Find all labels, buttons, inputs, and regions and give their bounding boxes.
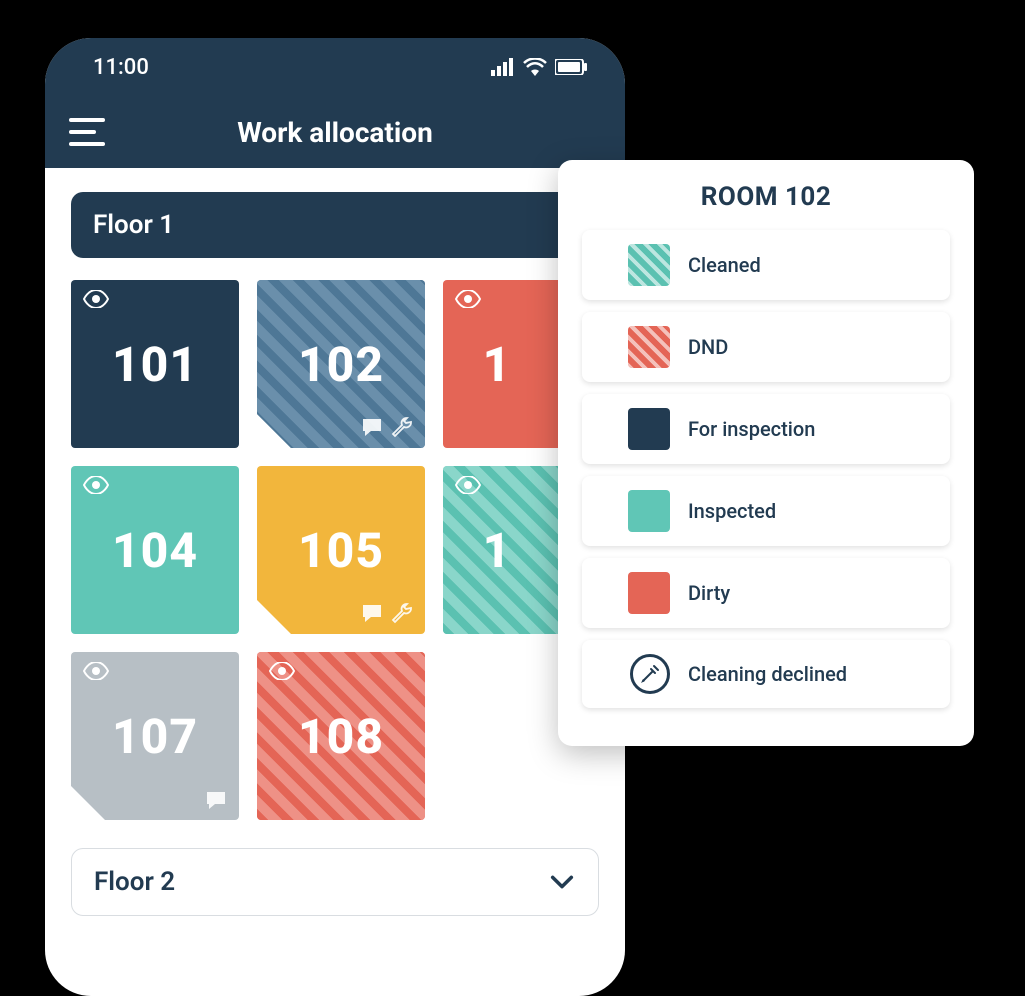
room-number: 105	[298, 522, 384, 579]
status-option-dnd[interactable]: DND	[582, 312, 950, 382]
status-label: For inspection	[688, 417, 815, 441]
battery-icon	[555, 59, 587, 75]
room-tile-105[interactable]: 105	[257, 466, 425, 634]
app-bar: Work allocation	[45, 96, 625, 168]
status-option-for-inspection[interactable]: For inspection	[582, 394, 950, 464]
for-inspection-swatch-icon	[628, 408, 670, 450]
floor-header-1[interactable]: Floor 1	[71, 192, 599, 258]
eye-icon	[269, 662, 295, 680]
room-number: 107	[112, 708, 198, 765]
dnd-swatch-icon	[628, 326, 670, 368]
cell-signal-icon	[491, 58, 515, 76]
room-number: 1	[483, 336, 512, 393]
room-grid: 101 102 1 104 105	[71, 280, 599, 820]
status-label: Cleaning declined	[688, 662, 847, 686]
room-number: 1	[483, 522, 512, 579]
status-option-inspected[interactable]: Inspected	[582, 476, 950, 546]
status-label: Dirty	[688, 581, 730, 605]
room-number: 101	[112, 336, 198, 393]
comment-icon	[205, 790, 227, 810]
floor-label: Floor 1	[93, 210, 174, 240]
status-label: Inspected	[688, 499, 776, 523]
eye-icon	[83, 476, 109, 494]
eye-icon	[455, 476, 481, 494]
content-area: Floor 1 101 102 1 104	[45, 168, 625, 916]
status-option-dirty[interactable]: Dirty	[582, 558, 950, 628]
popup-title: ROOM 102	[582, 182, 950, 212]
room-tile-108[interactable]: 108	[257, 652, 425, 820]
phone-frame: 11:00 Work allocation Floor 1 101 102	[45, 38, 625, 996]
room-status-popup: ROOM 102 Cleaned DND For inspection Insp…	[558, 160, 974, 746]
chevron-down-icon	[548, 868, 576, 896]
status-option-cleaning-declined[interactable]: Cleaning declined	[582, 640, 950, 708]
page-title: Work allocation	[45, 116, 625, 149]
floor-label: Floor 2	[94, 867, 175, 897]
menu-icon[interactable]	[69, 118, 105, 146]
comment-icon	[361, 417, 383, 437]
status-icons	[491, 58, 587, 76]
room-number: 108	[298, 708, 384, 765]
room-tile-104[interactable]: 104	[71, 466, 239, 634]
floor-header-2[interactable]: Floor 2	[71, 848, 599, 916]
room-tile-101[interactable]: 101	[71, 280, 239, 448]
eye-icon	[455, 290, 481, 308]
eye-icon	[83, 662, 109, 680]
status-label: Cleaned	[688, 253, 761, 277]
eye-icon	[83, 290, 109, 308]
room-tile-107[interactable]: 107	[71, 652, 239, 820]
wifi-icon	[523, 58, 547, 76]
clock-label: 11:00	[93, 55, 149, 80]
room-tile-102[interactable]: 102	[257, 280, 425, 448]
cleaned-swatch-icon	[628, 244, 670, 286]
inspected-swatch-icon	[628, 490, 670, 532]
status-option-cleaned[interactable]: Cleaned	[582, 230, 950, 300]
dirty-swatch-icon	[628, 572, 670, 614]
wrench-icon	[391, 602, 413, 624]
room-number: 104	[112, 522, 198, 579]
status-label: DND	[688, 335, 728, 359]
comment-icon	[361, 603, 383, 623]
cleaning-declined-icon	[630, 654, 670, 694]
wrench-icon	[391, 416, 413, 438]
status-bar: 11:00	[45, 38, 625, 96]
room-number: 102	[298, 336, 384, 393]
